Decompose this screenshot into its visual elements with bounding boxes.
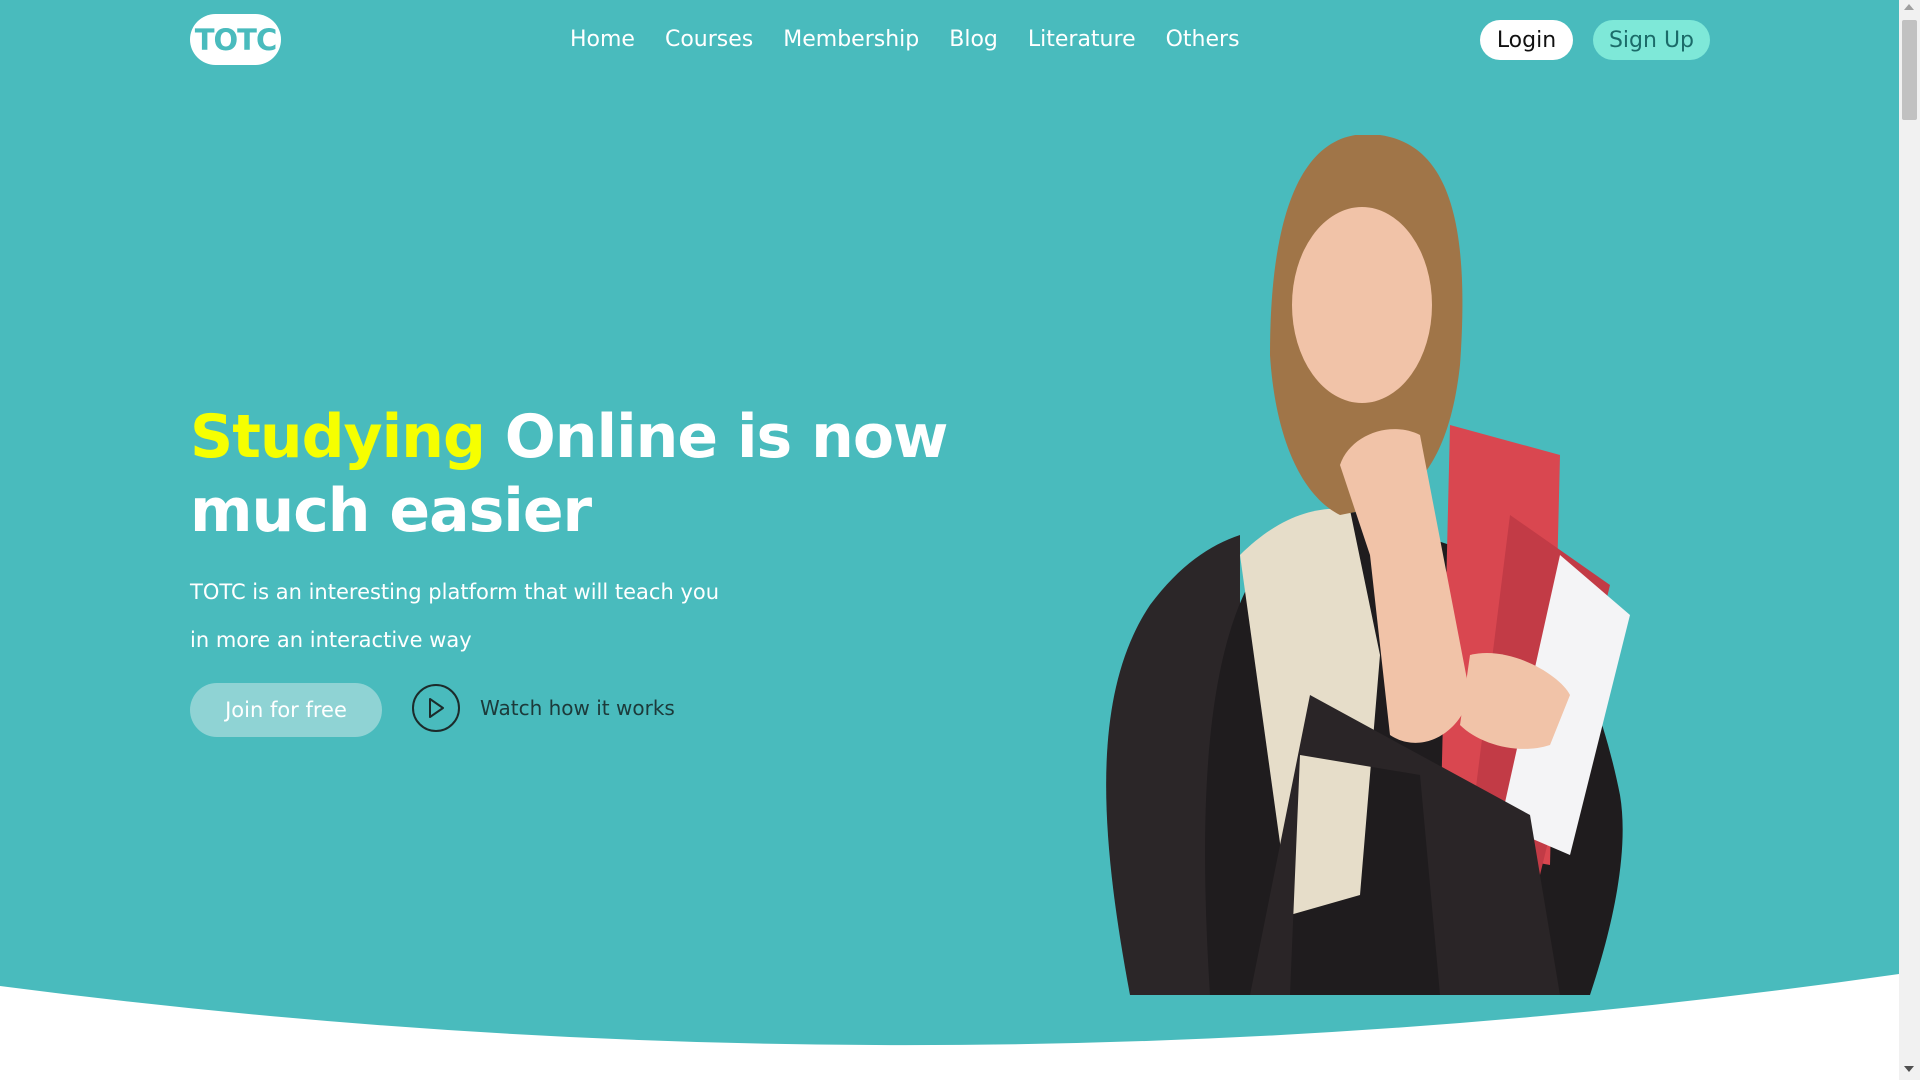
headline-accent: Studying: [190, 402, 486, 472]
scroll-thumb[interactable]: [1902, 20, 1917, 120]
description-line-2: in more an interactive way: [190, 628, 472, 652]
scroll-down-arrow-icon[interactable]: [1904, 1066, 1914, 1072]
hero-wave-divider: [0, 974, 1899, 1080]
signup-button[interactable]: Sign Up: [1593, 20, 1710, 60]
play-icon[interactable]: [412, 684, 460, 732]
scrollbar[interactable]: [1899, 0, 1920, 1080]
student-photo: [1106, 135, 1630, 995]
scroll-up-arrow-icon[interactable]: [1904, 4, 1914, 10]
join-for-free-button[interactable]: Join for free: [190, 683, 382, 737]
nav-item-others[interactable]: Others: [1166, 24, 1240, 56]
logo[interactable]: TOTC: [190, 14, 281, 65]
hero-description: TOTC is an interesting platform that wil…: [190, 568, 750, 664]
watch-how-it-works-button[interactable]: Watch how it works: [412, 682, 675, 734]
nav-item-blog[interactable]: Blog: [949, 24, 998, 56]
nav-item-home[interactable]: Home: [570, 24, 635, 56]
hero-headline: Studying Online is now much easier: [190, 400, 950, 548]
hero-section: TOTC Home Courses Membership Blog Litera…: [0, 0, 1899, 1080]
watch-label: Watch how it works: [480, 696, 675, 720]
description-line-1: TOTC is an interesting platform that wil…: [190, 580, 720, 604]
main-nav: Home Courses Membership Blog Literature …: [570, 24, 1270, 56]
login-button[interactable]: Login: [1480, 20, 1573, 60]
nav-item-membership[interactable]: Membership: [783, 24, 919, 56]
nav-item-literature[interactable]: Literature: [1028, 24, 1136, 56]
nav-item-courses[interactable]: Courses: [665, 24, 753, 56]
